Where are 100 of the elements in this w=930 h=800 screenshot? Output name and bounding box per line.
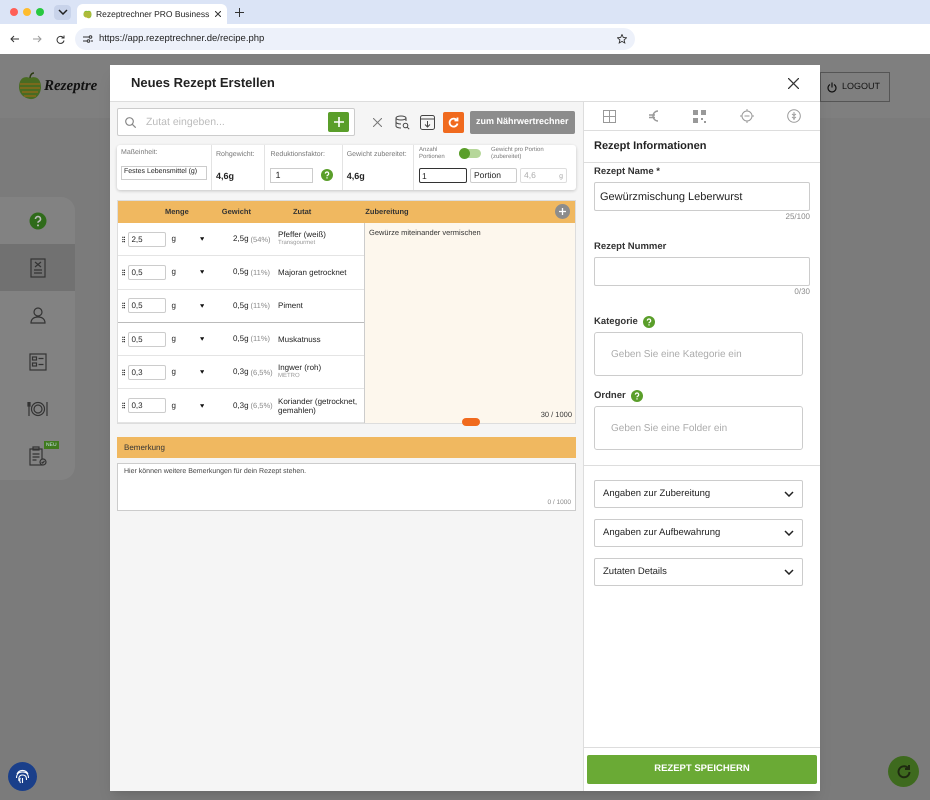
close-window-button[interactable] — [10, 8, 18, 16]
euro-icon[interactable] — [649, 109, 660, 123]
amount-input[interactable]: 0,5 — [128, 264, 166, 280]
section-dropdown[interactable]: Angaben zur Aufbewahrung — [594, 519, 803, 547]
fingerprint-icon — [14, 768, 31, 785]
calculator-icon[interactable] — [602, 110, 616, 122]
ingredient-name: Majoran getrocknet — [278, 268, 348, 277]
dropdown-caret-icon[interactable] — [200, 370, 204, 374]
unit-label: g — [171, 266, 177, 278]
weight-text: 0,5g — [232, 300, 249, 312]
download-icon[interactable] — [420, 114, 435, 130]
drag-handle-icon[interactable] — [122, 402, 126, 410]
ingredient-name: Koriander (getrocknet, gemahlen) — [278, 396, 358, 415]
amount-input[interactable]: 0,3 — [128, 398, 166, 414]
toggle-switch[interactable] — [459, 149, 481, 158]
apple-logo-icon — [83, 9, 92, 19]
weight-text: 0,5g — [232, 333, 249, 346]
drag-handle-icon[interactable] — [122, 302, 126, 310]
person-icon — [28, 306, 46, 324]
sidebar-item[interactable] — [0, 244, 75, 292]
field-label: Rezept Name * — [594, 164, 660, 179]
weight-text: 0,5g — [232, 266, 249, 278]
help-icon — [28, 212, 46, 230]
chevron-down-icon — [784, 491, 794, 497]
section-dropdown[interactable]: Angaben zur Zubereitung — [594, 480, 803, 508]
tab-list-button[interactable] — [54, 4, 71, 20]
text-input[interactable]: Geben Sie eine Kategorie ein — [594, 332, 803, 376]
section-title: Bemerkung — [124, 442, 165, 454]
tab-title: Rezeptrechner PRO Business — [96, 8, 210, 20]
section-dropdown[interactable]: Zutaten Details — [594, 558, 803, 586]
site-settings-icon[interactable] — [83, 35, 93, 43]
text-input[interactable]: Gewürzmischung Leberwurst — [594, 182, 810, 211]
database-search-icon[interactable] — [395, 114, 410, 130]
text-input[interactable] — [594, 257, 810, 286]
dropdown-caret-icon[interactable] — [200, 337, 204, 342]
portions-input[interactable]: 1 — [419, 168, 467, 183]
clipboard-icon — [28, 446, 46, 466]
clear-icon[interactable] — [373, 118, 382, 126]
address-bar[interactable]: https://app.rezeptrechner.de/recipe.php — [75, 28, 635, 50]
chevron-down-icon — [784, 530, 794, 536]
plate-icon — [26, 400, 48, 418]
apple-logo-icon — [18, 72, 42, 100]
plus-icon — [559, 208, 566, 215]
reset-button[interactable] — [443, 112, 464, 132]
help-icon[interactable] — [321, 169, 334, 181]
drag-handle-icon[interactable] — [122, 336, 126, 343]
reset-button[interactable] — [888, 756, 919, 787]
portion-unit-field[interactable]: Portion — [470, 168, 517, 183]
weight-text: 0,3g — [232, 366, 249, 378]
back-arrow-icon[interactable] — [10, 35, 19, 43]
close-icon[interactable] — [215, 11, 221, 17]
search-field[interactable]: Zutat eingeben... — [117, 108, 355, 136]
document-icon — [30, 258, 46, 278]
url-text: https://app.rezeptrechner.de/recipe.php — [99, 32, 264, 46]
forward-arrow-icon[interactable] — [33, 35, 42, 43]
close-icon[interactable] — [788, 78, 799, 88]
logo-text: Rezeptre — [44, 76, 98, 96]
checklist-icon — [28, 353, 46, 372]
unit-label: g — [171, 366, 177, 378]
weight-text: 2,5g — [232, 233, 249, 246]
dropdown-caret-icon[interactable] — [200, 237, 204, 242]
field-label: Ordner — [594, 388, 626, 403]
fingerprint-button[interactable] — [8, 762, 37, 791]
amount-input[interactable]: 0,3 — [128, 364, 166, 380]
dropdown-caret-icon[interactable] — [200, 304, 204, 308]
dropdown-caret-icon[interactable] — [200, 404, 204, 408]
dialog-title: Neues Rezept Erstellen — [131, 74, 275, 92]
browser-tab[interactable]: Rezeptrechner PRO Business — [77, 4, 227, 24]
help-icon[interactable] — [642, 316, 655, 328]
text-input[interactable]: Geben Sie eine Folder ein — [594, 406, 803, 450]
logout-button[interactable]: LOGOUT — [820, 72, 890, 102]
reload-icon — [448, 116, 459, 128]
qr-code-icon[interactable] — [692, 110, 706, 122]
char-counter: 25/100 — [786, 211, 810, 223]
drag-handle-icon[interactable] — [122, 368, 126, 376]
ingredient-name: Ingwer (roh) — [278, 363, 322, 372]
panel-title: Rezept Informationen — [594, 139, 706, 154]
search-icon — [125, 117, 136, 128]
star-icon[interactable] — [617, 34, 627, 44]
new-tab-icon[interactable] — [235, 8, 244, 16]
plus-icon — [334, 117, 344, 127]
reload-icon[interactable] — [56, 34, 65, 44]
unit-label: g — [171, 333, 177, 346]
reduction-input[interactable]: 1 — [270, 168, 314, 182]
power-icon — [826, 82, 837, 92]
collapse-handle[interactable] — [462, 418, 480, 426]
chevron-down-icon — [784, 569, 794, 575]
raw-weight-value: 4,6g — [216, 170, 236, 183]
amount-input[interactable]: 2,5 — [128, 232, 166, 247]
amount-input[interactable]: 0,5 — [128, 298, 166, 314]
ingredient-name: Pfeffer (weiß) — [278, 230, 327, 240]
add-button[interactable] — [555, 204, 570, 219]
chevron-down-icon — [58, 9, 68, 15]
add-button[interactable] — [328, 112, 349, 132]
unit-label: g — [171, 300, 177, 312]
drag-handle-icon[interactable] — [122, 236, 126, 243]
amount-input[interactable]: 0,5 — [128, 332, 166, 347]
drag-handle-icon[interactable] — [122, 268, 126, 276]
help-icon[interactable] — [630, 390, 643, 402]
dropdown-caret-icon[interactable] — [200, 270, 204, 274]
